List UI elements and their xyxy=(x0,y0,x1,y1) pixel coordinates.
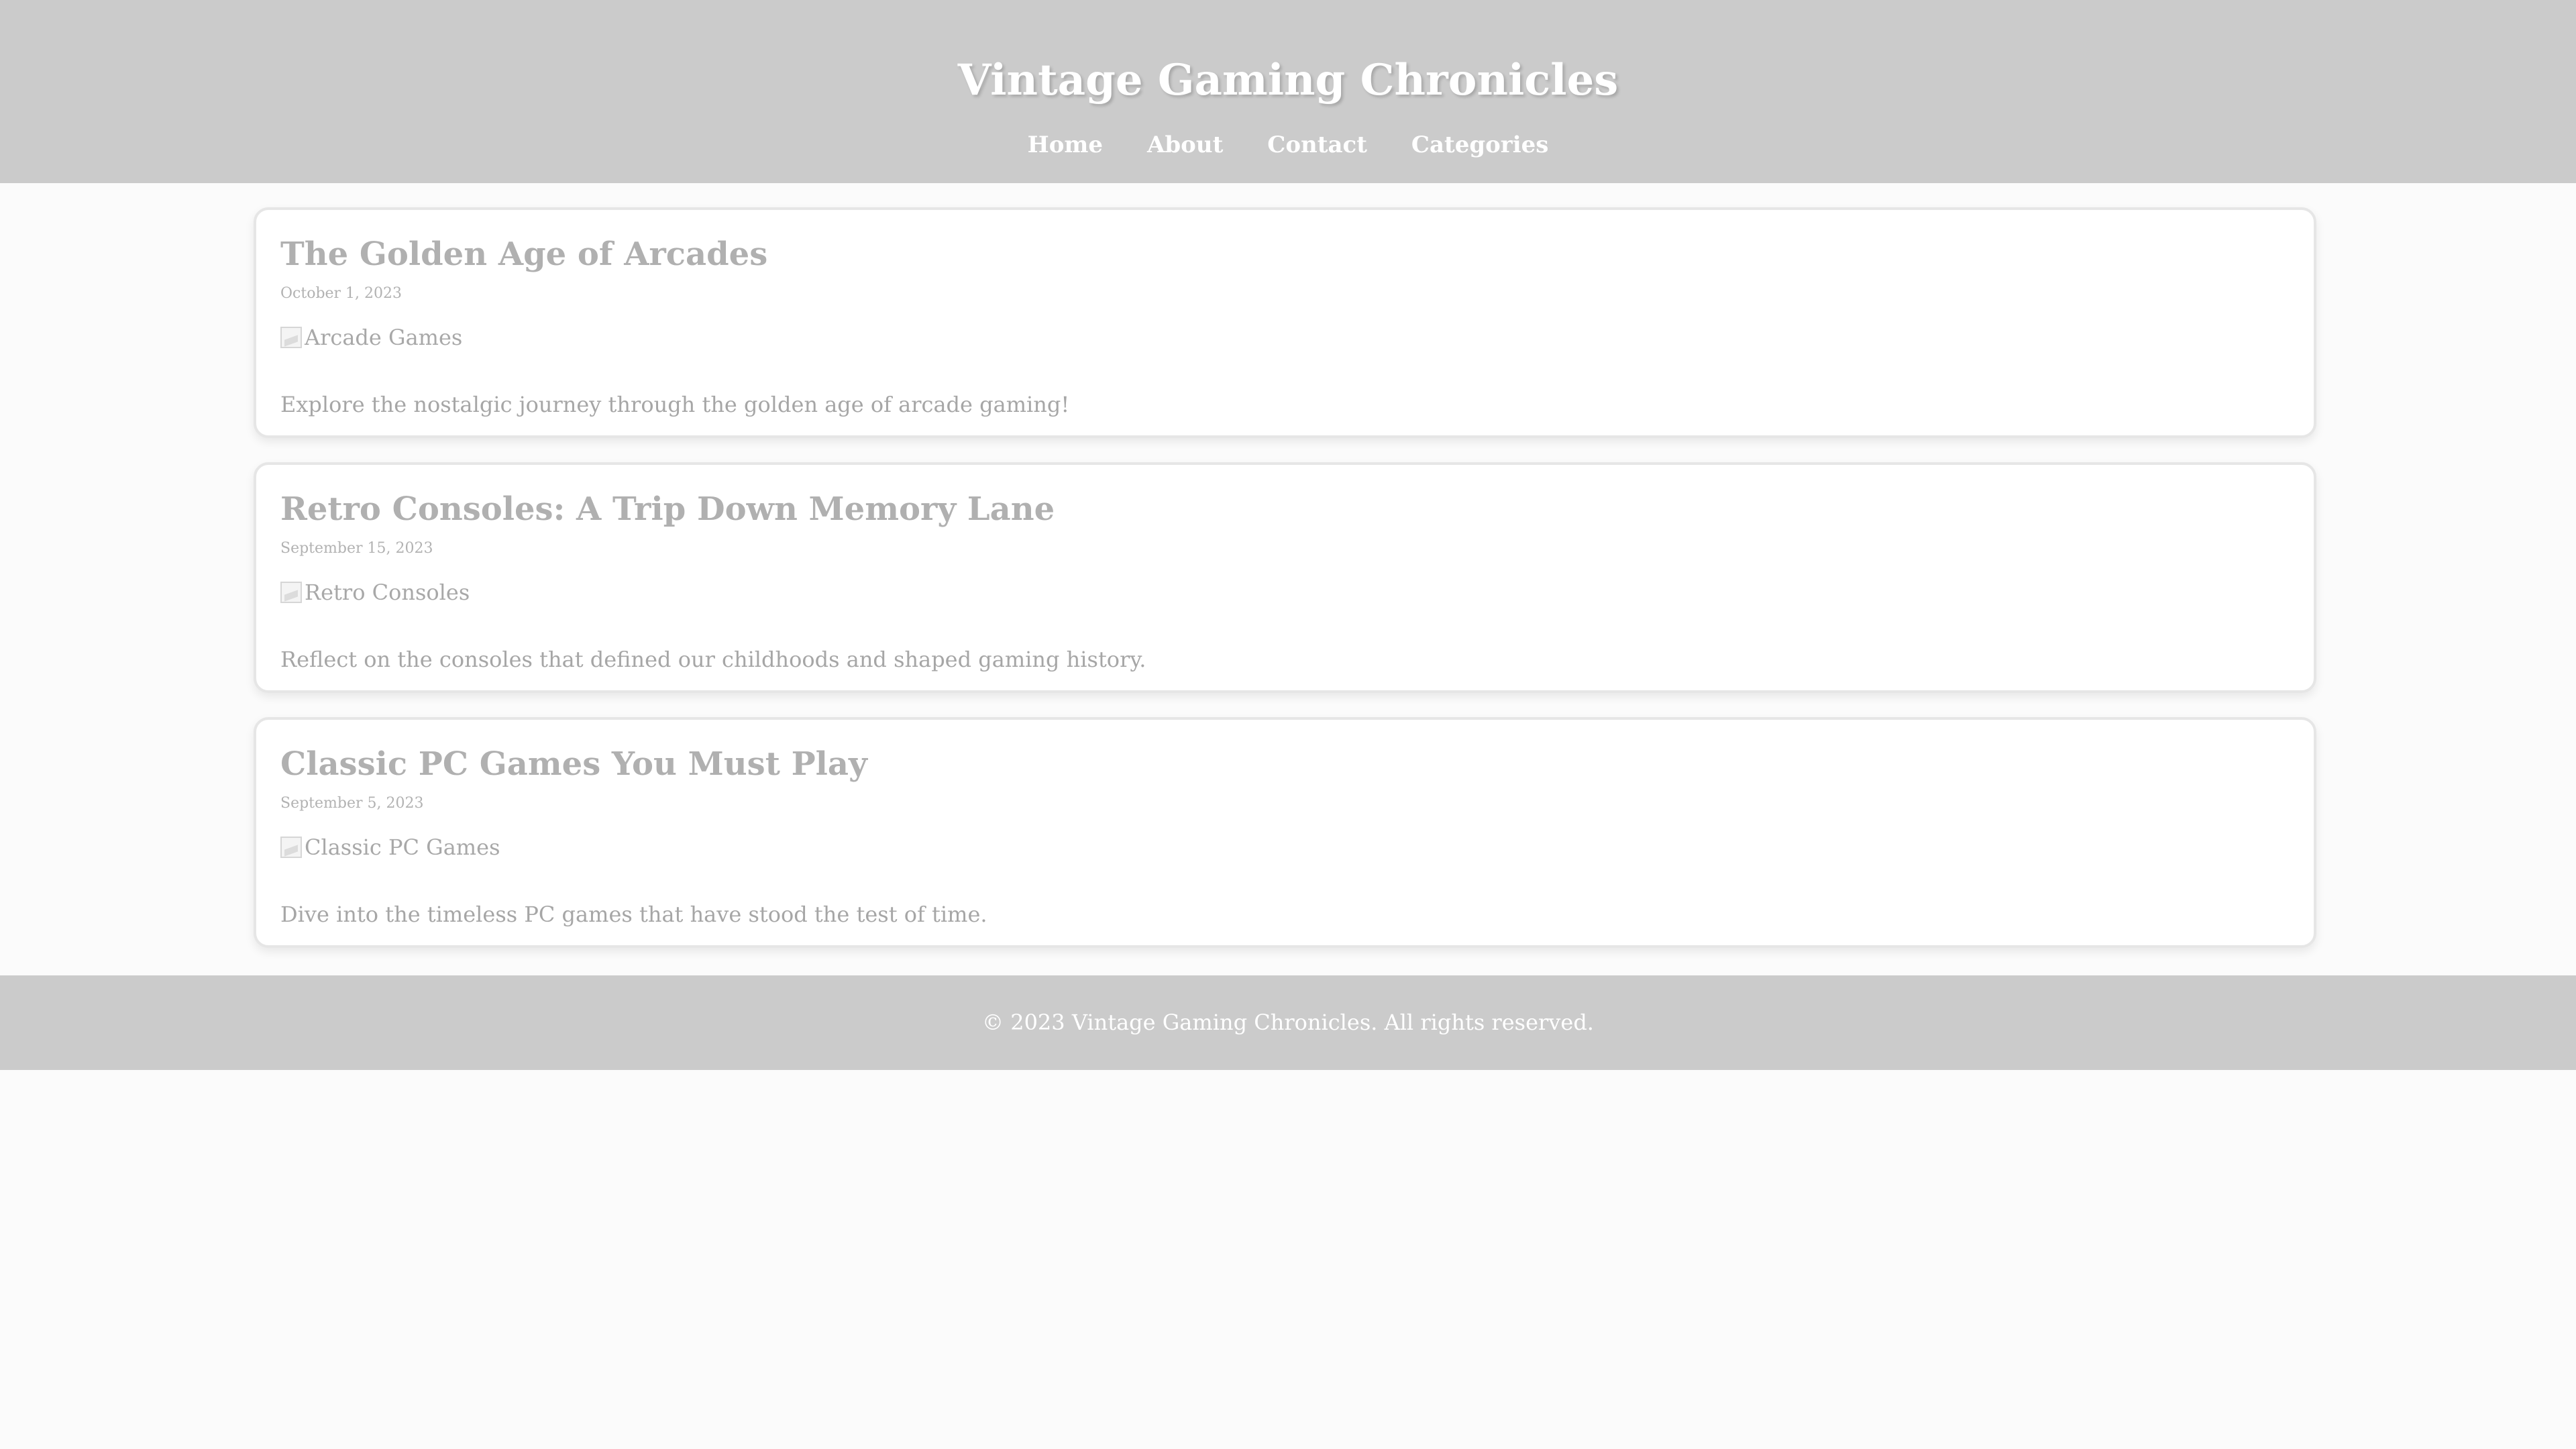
broken-image-icon xyxy=(280,582,302,603)
post-image: Retro Consoles xyxy=(280,578,470,607)
main-nav: Home About Contact Categories xyxy=(0,129,2576,161)
post-excerpt: Dive into the timeless PC games that hav… xyxy=(280,902,987,927)
site-footer: © 2023 Vintage Gaming Chronicles. All ri… xyxy=(0,975,2576,1070)
post-image-alt: Arcade Games xyxy=(305,325,463,350)
broken-image-icon xyxy=(280,327,302,348)
post-excerpt: Reflect on the consoles that defined our… xyxy=(280,647,1146,672)
nav-link-categories[interactable]: Categories xyxy=(1411,129,1548,161)
post-card: Retro Consoles: A Trip Down Memory Lane … xyxy=(254,462,2316,693)
footer-copyright: © 2023 Vintage Gaming Chronicles. All ri… xyxy=(982,1010,1594,1035)
post-date: September 15, 2023 xyxy=(280,540,433,557)
post-date: September 5, 2023 xyxy=(280,795,424,812)
post-image: Arcade Games xyxy=(280,323,462,352)
nav-link-contact[interactable]: Contact xyxy=(1267,129,1367,161)
post-image-alt: Retro Consoles xyxy=(305,580,470,605)
post-excerpt: Explore the nostalgic journey through th… xyxy=(280,392,1070,417)
site-header: Vintage Gaming Chronicles Home About Con… xyxy=(0,0,2576,183)
post-image: Classic PC Games xyxy=(280,833,500,862)
post-card: Classic PC Games You Must Play September… xyxy=(254,717,2316,948)
site-title: Vintage Gaming Chronicles xyxy=(957,55,1619,105)
post-list: The Golden Age of Arcades October 1, 202… xyxy=(254,207,2316,972)
nav-link-home[interactable]: Home xyxy=(1028,129,1103,161)
post-image-alt: Classic PC Games xyxy=(305,835,500,860)
post-card: The Golden Age of Arcades October 1, 202… xyxy=(254,207,2316,438)
post-date: October 1, 2023 xyxy=(280,285,402,302)
post-title: The Golden Age of Arcades xyxy=(280,235,768,273)
nav-link-about[interactable]: About xyxy=(1147,129,1223,161)
post-title: Classic PC Games You Must Play xyxy=(280,745,867,783)
post-title: Retro Consoles: A Trip Down Memory Lane xyxy=(280,490,1055,528)
broken-image-icon xyxy=(280,837,302,858)
